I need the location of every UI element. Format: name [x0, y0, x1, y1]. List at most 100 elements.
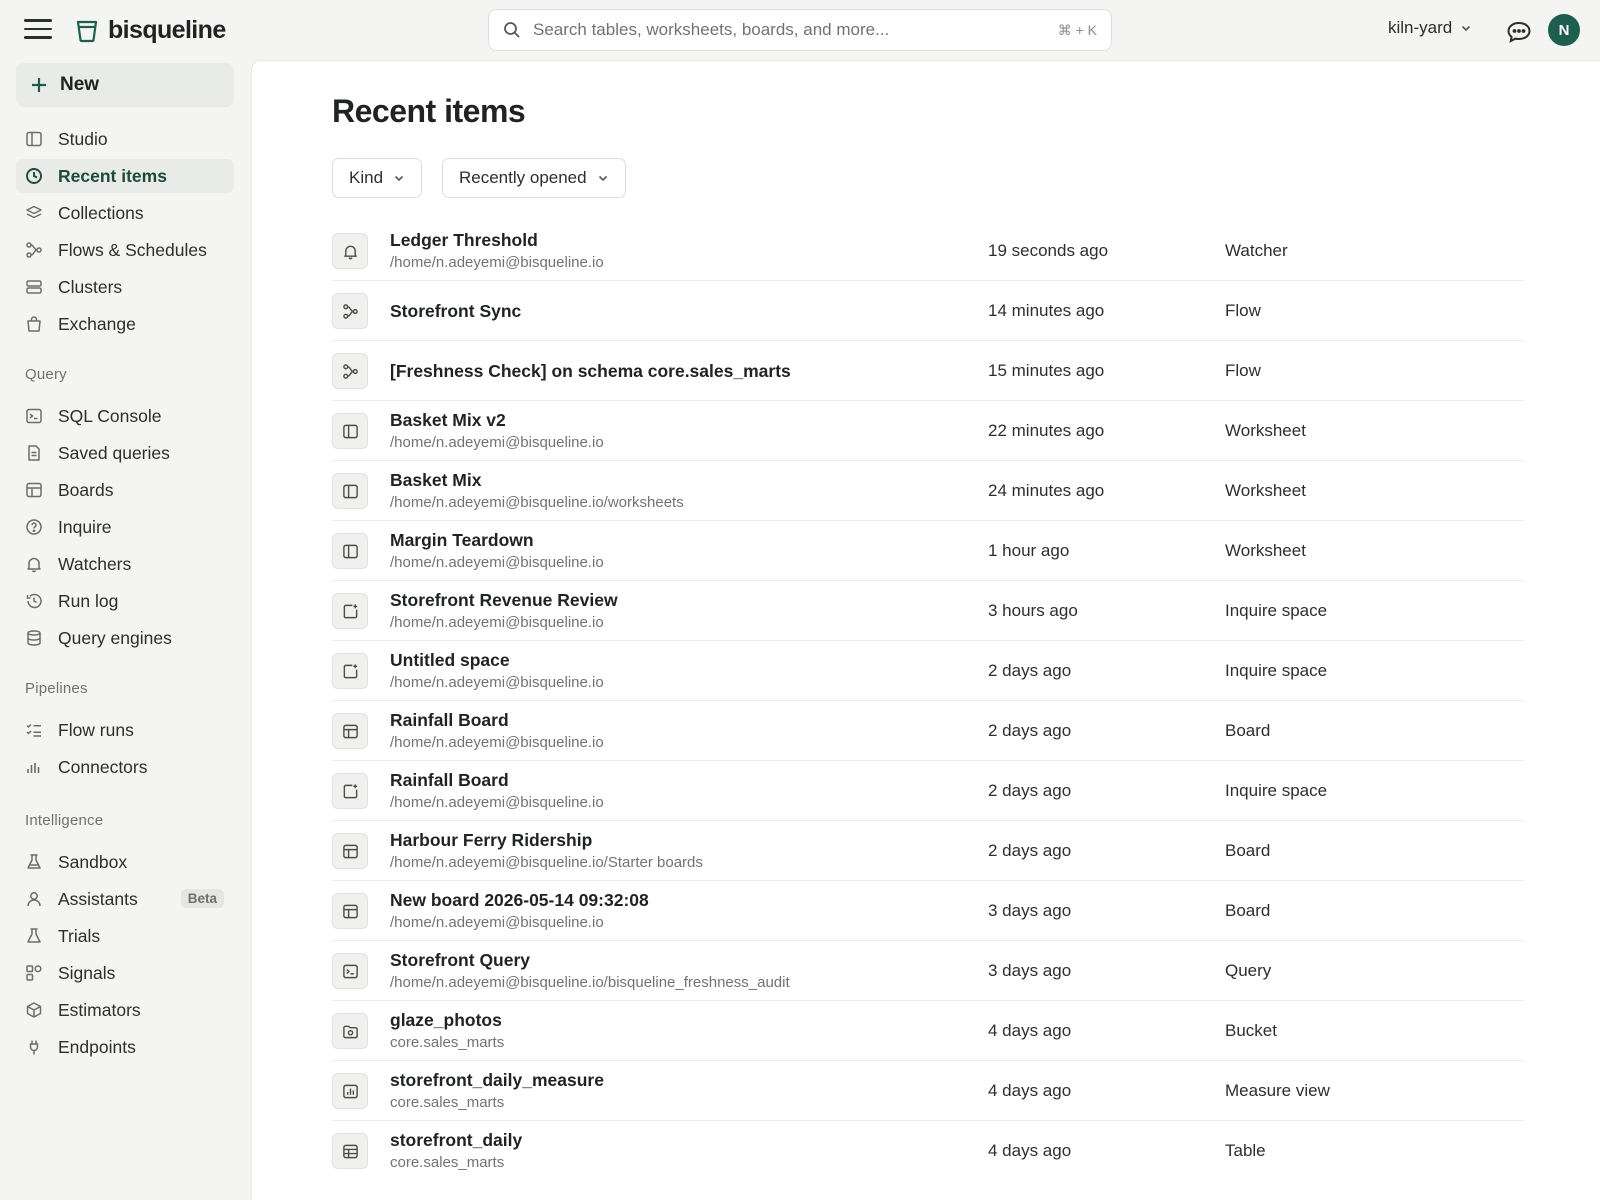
list-item[interactable]: [Freshness Check] on schema core.sales_m… [332, 341, 1524, 401]
sidebar-item-boards[interactable]: Boards [16, 473, 234, 507]
item-name[interactable]: [Freshness Check] on schema core.sales_m… [390, 361, 791, 382]
sidebar-item-label: Collections [58, 202, 144, 223]
list-item[interactable]: Basket Mix/home/n.adeyemi@bisqueline.io/… [332, 461, 1524, 521]
sidebar-item-inquire[interactable]: Inquire [16, 510, 234, 544]
sidebar-item-label: Recent items [58, 165, 167, 186]
chevron-down-icon [598, 175, 607, 182]
item-name[interactable]: storefront_daily [390, 1130, 522, 1151]
search-input[interactable] [533, 20, 1058, 40]
server-icon [26, 280, 42, 294]
list-item[interactable]: storefront_daily_measure core.sales_marts… [332, 1061, 1524, 1121]
sidebar-item-studio[interactable]: Studio [16, 122, 234, 156]
sidebar-item-assistants[interactable]: Assistants Beta [16, 882, 234, 916]
global-search[interactable]: ⌘ + K [488, 9, 1112, 51]
sidebar-item-flows-schedules[interactable]: Flows & Schedules [16, 233, 234, 267]
sidebar-item-label: Query engines [58, 627, 172, 648]
item-name[interactable]: Basket Mix v2 [390, 410, 506, 431]
checklist-icon [26, 723, 41, 737]
item-path: core.sales_marts [390, 1154, 505, 1171]
sidebar-item-sandbox[interactable]: Sandbox [16, 845, 234, 879]
item-opened-time: 15 minutes ago [988, 361, 1105, 380]
sort-filter[interactable]: Recently opened [442, 158, 626, 198]
beaker-icon [27, 928, 41, 943]
list-item[interactable]: New board 2026-05-14 09:32:08/home/n.ade… [332, 881, 1524, 941]
item-kind: Worksheet [1225, 421, 1306, 440]
sidebar-item-run-log[interactable]: Run log [16, 584, 234, 618]
new-button[interactable]: New [16, 63, 234, 107]
list-item[interactable]: Ledger Threshold/home/n.adeyemi@bisqueli… [332, 221, 1524, 281]
item-path: /home/n.adeyemi@bisqueline.io [390, 554, 604, 571]
item-name[interactable]: Harbour Ferry Ridership [390, 830, 592, 851]
item-name[interactable]: Untitled space [390, 650, 510, 671]
item-name[interactable]: Basket Mix [390, 470, 481, 491]
list-item[interactable]: Untitled space/home/n.adeyemi@bisqueline… [332, 641, 1524, 701]
board-icon [332, 713, 368, 749]
sidebar-item-flow-runs[interactable]: Flow runs [16, 713, 234, 747]
sidebar-item-exchange[interactable]: Exchange [16, 307, 234, 341]
sidebar-item-endpoints[interactable]: Endpoints [16, 1030, 234, 1064]
sidebar-item-label: Boards [58, 479, 114, 500]
workspace-switcher[interactable]: kiln-yard [1388, 18, 1472, 38]
list-item[interactable]: Storefront Sync 14 minutes ago Flow [332, 281, 1524, 341]
item-kind: Worksheet [1225, 481, 1306, 500]
board-icon [332, 893, 368, 929]
item-name[interactable]: New board 2026-05-14 09:32:08 [390, 890, 649, 911]
sidebar-item-label: Assistants [58, 888, 138, 909]
item-name[interactable]: glaze_photos [390, 1010, 502, 1031]
sidebar-item-clusters[interactable]: Clusters [16, 270, 234, 304]
sidebar-item-query-engines[interactable]: Query engines [16, 621, 234, 655]
chat-icon[interactable] [1506, 20, 1532, 44]
item-path: /home/n.adeyemi@bisqueline.io [390, 734, 604, 751]
menu-icon[interactable] [24, 19, 52, 41]
list-item[interactable]: Harbour Ferry Ridership/home/n.adeyemi@b… [332, 821, 1524, 881]
item-name[interactable]: Rainfall Board [390, 710, 509, 731]
sidebar-item-label: Sandbox [58, 851, 128, 872]
item-name[interactable]: Storefront Sync [390, 301, 521, 322]
item-path: core.sales_marts [390, 1094, 505, 1111]
list-item[interactable]: Storefront Revenue Review/home/n.adeyemi… [332, 581, 1524, 641]
item-opened-time: 3 days ago [988, 901, 1072, 920]
history-icon [26, 593, 42, 609]
list-item[interactable]: Rainfall Board/home/n.adeyemi@bisqueline… [332, 701, 1524, 761]
item-kind: Inquire space [1225, 781, 1328, 800]
kind-filter[interactable]: Kind [332, 158, 423, 198]
item-opened-time: 4 days ago [988, 1141, 1072, 1160]
new-button-label: New [60, 74, 100, 95]
list-item[interactable]: Margin Teardown/home/n.adeyemi@bisquelin… [332, 521, 1524, 581]
flow-icon [332, 353, 368, 389]
list-item[interactable]: storefront_daily core.sales_marts 4 days a… [332, 1121, 1524, 1181]
sidebar-item-estimators[interactable]: Estimators [16, 993, 234, 1027]
file-icon [28, 445, 40, 461]
sidebar-item-recent-items[interactable]: Recent items [16, 159, 234, 193]
item-name[interactable]: Storefront Query [390, 950, 530, 971]
item-kind: Flow [1225, 301, 1261, 320]
sidebar-item-sql-console[interactable]: SQL Console [16, 399, 234, 433]
item-name[interactable]: Rainfall Board [390, 770, 509, 791]
list-item[interactable]: glaze_photos core.sales_marts 4 days ago Bu… [332, 1001, 1524, 1061]
sidebar-item-signals[interactable]: Signals [16, 956, 234, 990]
list-item[interactable]: Basket Mix v2/home/n.adeyemi@bisqueline.… [332, 401, 1524, 461]
list-item[interactable]: Storefront Query/home/n.adeyemi@bisqueli… [332, 941, 1524, 1001]
item-opened-time: 3 days ago [988, 961, 1072, 980]
table-icon [332, 1133, 368, 1169]
sort-filter-label: Recently opened [459, 168, 587, 187]
item-name[interactable]: Margin Teardown [390, 530, 534, 551]
item-name[interactable]: storefront_daily_measure [390, 1070, 604, 1091]
item-name[interactable]: Ledger Threshold [390, 230, 538, 251]
sidebar-item-trials[interactable]: Trials [16, 919, 234, 953]
list-item[interactable]: Rainfall Board/home/n.adeyemi@bisqueline… [332, 761, 1524, 821]
item-opened-time: 4 days ago [988, 1081, 1072, 1100]
sidebar-section-pipelines: Pipelines [25, 680, 88, 697]
item-kind: Table [1225, 1141, 1266, 1160]
item-name[interactable]: Storefront Revenue Review [390, 590, 618, 611]
sidebar-item-connectors[interactable]: Connectors [16, 750, 234, 784]
user-avatar[interactable]: N [1548, 14, 1580, 46]
recent-items-list: Ledger Threshold/home/n.adeyemi@bisqueli… [332, 221, 1524, 1181]
sidebar-item-watchers[interactable]: Watchers [16, 547, 234, 581]
measure-icon [332, 1073, 368, 1109]
workspace-name: kiln-yard [1388, 18, 1453, 37]
sidebar-item-saved-queries[interactable]: Saved queries [16, 436, 234, 470]
sidebar-item-collections[interactable]: Collections [16, 196, 234, 230]
item-opened-time: 2 days ago [988, 721, 1072, 740]
app-logo[interactable]: bisqueline [76, 16, 226, 45]
